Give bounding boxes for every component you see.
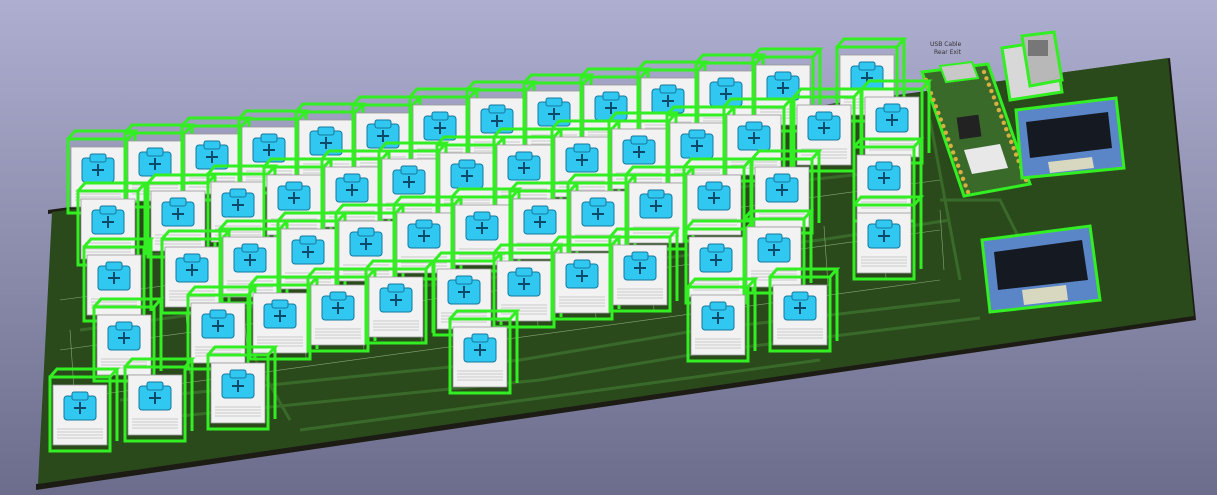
- mcu-pin: [981, 69, 987, 75]
- stem-top: [705, 181, 723, 191]
- stem-top: [89, 153, 107, 163]
- stem-top: [858, 61, 876, 71]
- mcu-pin: [958, 170, 963, 175]
- mcu-pin: [938, 117, 944, 122]
- mcu-pin: [1004, 126, 1009, 132]
- stem-top: [815, 111, 833, 121]
- stem-top: [343, 173, 361, 183]
- stem-top: [471, 333, 489, 343]
- mcu-pin: [946, 137, 951, 142]
- stem-top: [400, 165, 418, 175]
- stem-top: [203, 140, 221, 150]
- stem-top: [146, 147, 164, 157]
- stem-top: [602, 91, 620, 101]
- stem-top: [387, 283, 405, 293]
- stem-top: [709, 301, 727, 311]
- stem-top: [573, 143, 591, 153]
- stem-top: [374, 119, 392, 129]
- mcu-pin: [989, 88, 994, 94]
- stem-top: [875, 161, 893, 171]
- stem-top: [317, 126, 335, 136]
- stem-top: [415, 219, 433, 229]
- stem-top: [773, 173, 791, 183]
- mcu-pin: [991, 95, 997, 100]
- stem-top: [707, 243, 725, 253]
- mcu-pin: [994, 101, 999, 106]
- stem-top: [241, 243, 259, 253]
- stem-top: [774, 71, 792, 81]
- stem-top: [515, 267, 533, 277]
- stem-top: [659, 84, 677, 94]
- stem-top: [488, 104, 506, 114]
- mcu-chip: [956, 114, 982, 140]
- mcu-pin: [999, 114, 1004, 119]
- mcu-pin: [996, 107, 1002, 113]
- stem-top: [589, 197, 607, 207]
- stem-top: [329, 291, 347, 301]
- mcu-usb-port: [938, 60, 980, 84]
- mcu-pin: [953, 156, 958, 162]
- stem-top: [458, 159, 476, 169]
- stem-top: [229, 369, 247, 379]
- stem-top: [260, 133, 278, 143]
- stem-top: [169, 197, 187, 207]
- stem-top: [631, 251, 649, 261]
- stem-top: [791, 291, 809, 301]
- stem-top: [473, 211, 491, 221]
- mcu-pin: [933, 104, 939, 109]
- stem-top: [875, 219, 893, 229]
- mcu-pin: [955, 163, 961, 168]
- stem-top: [209, 309, 227, 319]
- stem-top: [105, 261, 123, 271]
- stem-top: [647, 189, 665, 199]
- oled-display-bottom[interactable]: [980, 224, 1102, 314]
- stem-top: [883, 103, 901, 113]
- mcu-pin: [963, 183, 968, 188]
- stem-top: [357, 227, 375, 237]
- silkscreen-usb-label: USB Cable: [930, 41, 962, 48]
- stem-top: [515, 151, 533, 161]
- mcu-pin: [1013, 152, 1019, 157]
- stem-top: [688, 129, 706, 139]
- pcb-3d-render[interactable]: USB Cable Rear Exit: [0, 0, 1217, 495]
- oled-display-top[interactable]: [1014, 96, 1126, 180]
- mcu-pin: [950, 150, 956, 155]
- stem-top: [630, 135, 648, 145]
- mcu-pin: [984, 76, 989, 81]
- mcu-pin: [943, 130, 948, 135]
- stem-top: [146, 381, 164, 391]
- silkscreen-rear-label: Rear Exit: [934, 49, 962, 56]
- stem-top: [545, 97, 563, 107]
- 3d-pcb-viewer[interactable]: USB Cable Rear Exit: [0, 0, 1217, 495]
- stem-top: [271, 299, 289, 309]
- usb-port-opening: [1028, 40, 1048, 56]
- mcu-pin: [986, 82, 992, 87]
- stem-top: [573, 259, 591, 269]
- mcu-pin: [1006, 133, 1011, 138]
- mcu-pin: [948, 143, 953, 149]
- stem-top: [745, 121, 763, 131]
- mcu-pin: [1011, 146, 1016, 151]
- stem-top: [71, 391, 89, 401]
- mcu-pin: [936, 110, 941, 116]
- mcu-pin: [941, 123, 946, 129]
- stem-top: [229, 188, 247, 198]
- stem-top: [99, 205, 117, 215]
- stem-top: [431, 111, 449, 121]
- mcu-pin: [931, 97, 936, 102]
- stem-top: [285, 181, 303, 191]
- stem-top: [115, 321, 133, 331]
- mcu-pin: [1008, 139, 1014, 145]
- stem-top: [531, 205, 549, 215]
- mcu-pin: [1001, 120, 1006, 126]
- mcu-pin: [960, 176, 966, 182]
- mcu-pin: [965, 189, 971, 195]
- stem-top: [765, 233, 783, 243]
- stem-top: [299, 235, 317, 245]
- stem-top: [183, 253, 201, 263]
- stem-top: [717, 77, 735, 87]
- stem-top: [455, 275, 473, 285]
